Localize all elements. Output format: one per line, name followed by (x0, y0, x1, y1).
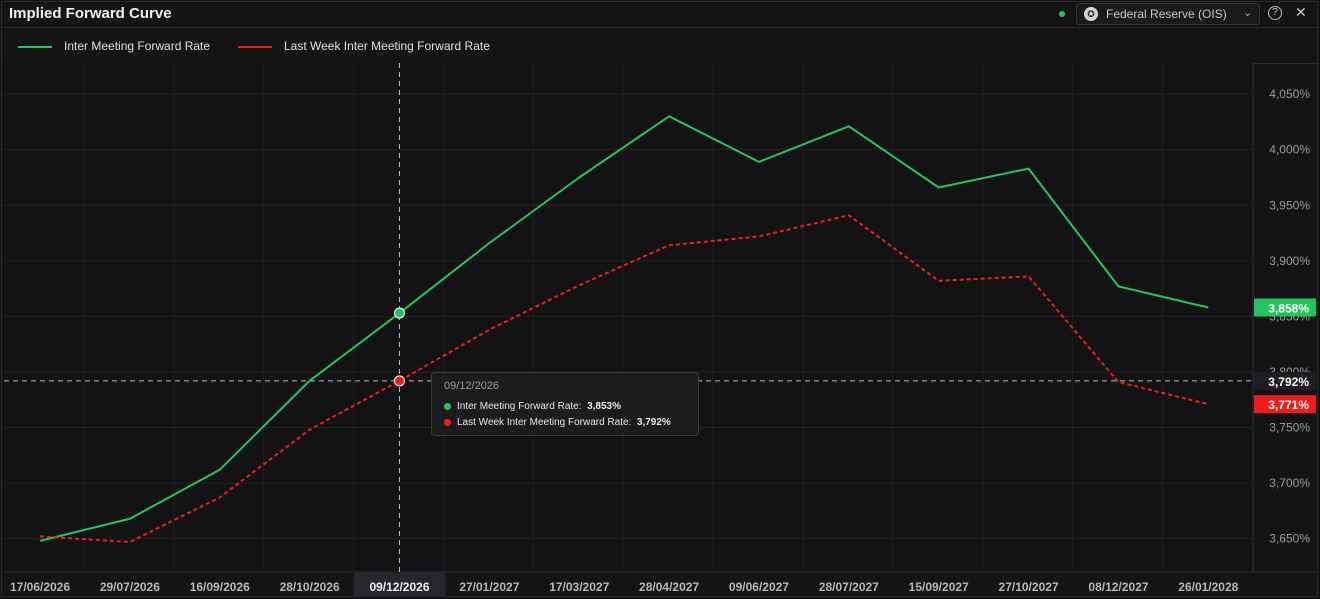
last-value-label: 3,771% (1268, 398, 1309, 412)
x-tick-label: 09/06/2027 (729, 580, 789, 594)
x-tick-label: 16/09/2026 (190, 580, 250, 594)
x-tick-label: 08/12/2027 (1088, 580, 1148, 594)
x-tick-label: 27/10/2027 (999, 580, 1059, 594)
x-tick-label: 28/07/2027 (819, 580, 879, 594)
x-tick-label: 27/01/2027 (459, 580, 519, 594)
tooltip-value: 3,792% (636, 417, 671, 428)
tooltip-row-last-week: Last Week Inter Meeting Forward Rate: 3,… (444, 417, 671, 428)
x-tick-label: 28/10/2026 (280, 580, 340, 594)
tooltip-row-current: Inter Meeting Forward Rate: 3,853% (444, 401, 621, 412)
crosshair-value-label: 3,792% (1268, 375, 1309, 389)
y-tick-label: 4,050% (1269, 87, 1310, 101)
line-chart: 4,050%4,000%3,950%3,900%3,850%3,800%3,75… (4, 63, 1316, 597)
y-tick-label: 3,650% (1269, 532, 1310, 546)
tooltip-label: Last Week Inter Meeting Forward Rate: (457, 417, 632, 428)
x-tick-label: 09/12/2026 (369, 580, 429, 594)
y-tick-label: 4,000% (1269, 143, 1310, 157)
tooltip-value: 3,853% (587, 401, 621, 412)
last-value-label: 3,858% (1268, 301, 1309, 315)
tooltip-dot-green (444, 402, 451, 410)
chart-tooltip: 09/12/2026 Inter Meeting Forward Rate: 3… (431, 372, 699, 436)
x-tick-label: 15/09/2027 (909, 580, 969, 594)
tooltip-dot-red (444, 418, 451, 426)
y-tick-label: 3,950% (1269, 198, 1310, 212)
tooltip-date: 09/12/2026 (444, 380, 500, 392)
data-point (393, 307, 405, 319)
y-tick-label: 3,700% (1269, 476, 1310, 490)
x-tick-label: 17/03/2027 (549, 580, 609, 594)
x-tick-label: 29/07/2026 (100, 580, 160, 594)
x-tick-label: 26/01/2028 (1178, 580, 1238, 594)
plot-area (4, 63, 1253, 572)
x-tick-label: 17/06/2026 (10, 580, 70, 594)
y-tick-label: 3,750% (1269, 421, 1310, 435)
y-tick-label: 3,900% (1269, 254, 1310, 268)
tooltip-label: Inter Meeting Forward Rate: (457, 401, 582, 412)
x-tick-label: 28/04/2027 (639, 580, 699, 594)
data-point (393, 375, 405, 387)
